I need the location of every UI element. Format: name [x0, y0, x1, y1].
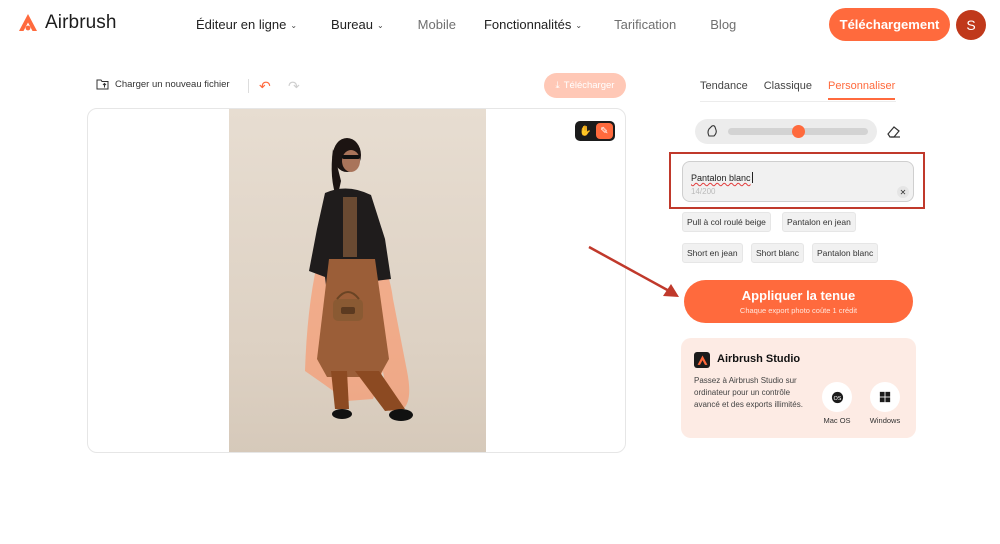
outfit-prompt-input[interactable]: Pantalon blanc 14/200 ✕ [682, 161, 914, 202]
macos-label: Mac OS [823, 416, 851, 425]
nav-editor[interactable]: Éditeur en ligne ⌄ [196, 17, 297, 32]
toolbar-divider [248, 79, 249, 93]
download-app-button[interactable]: Téléchargement [829, 8, 950, 41]
download-image-button[interactable]: ⤓ Télécharger [544, 73, 626, 98]
apply-title: Appliquer la tenue [741, 288, 856, 303]
nav-desktop[interactable]: Bureau ⌄ [331, 17, 384, 32]
nav-pricing[interactable]: Tarification [614, 17, 676, 32]
windows-icon [879, 391, 891, 403]
tab-trend[interactable]: Tendance [700, 80, 748, 100]
prompt-value: Pantalon blanc [691, 172, 753, 183]
macos-download-button[interactable]: OS [822, 382, 852, 412]
hand-icon[interactable]: ✋ [577, 123, 594, 139]
brush-size-control [695, 119, 877, 144]
top-header: Airbrush Éditeur en ligne ⌄ Bureau ⌄ Mob… [0, 0, 1000, 50]
apple-icon: OS [831, 391, 843, 403]
folder-upload-icon [96, 79, 109, 90]
undo-icon[interactable]: ↶ [259, 78, 275, 94]
windows-label: Windows [869, 416, 901, 425]
chevron-down-icon: ⌄ [575, 20, 583, 30]
slider-knob[interactable] [792, 125, 805, 138]
main-nav: Éditeur en ligne ⌄ Bureau ⌄ Mobile Fonct… [196, 17, 736, 32]
uploaded-photo [229, 109, 486, 452]
nav-features[interactable]: Fonctionnalités ⌄ [484, 17, 582, 32]
person-illustration [305, 138, 413, 421]
apply-outfit-button[interactable]: Appliquer la tenue Chaque export photo c… [684, 280, 913, 323]
text-caret [751, 172, 753, 183]
clear-icon[interactable]: ✕ [897, 186, 909, 198]
suggestion-chip[interactable]: Pantalon en jean [782, 212, 856, 232]
airbrush-logo-icon [19, 14, 37, 31]
suggestion-chip[interactable]: Pantalon blanc [812, 243, 879, 263]
style-tabs: Tendance Classique Personnaliser [700, 80, 896, 100]
annotation-arrow [588, 245, 679, 297]
editor-toolbar: Charger un nouveau fichier ↶ ↷ ⤓ Télécha… [96, 73, 626, 98]
studio-title: Airbrush Studio [717, 353, 801, 365]
tab-customize[interactable]: Personnaliser [828, 80, 896, 100]
suggestion-chip[interactable]: Short en jean [682, 243, 743, 263]
nav-features-label: Fonctionnalités [483, 17, 572, 32]
tab-classic[interactable]: Classique [764, 80, 812, 100]
chevron-down-icon: ⌄ [290, 20, 298, 30]
brush-size-slider[interactable] [728, 125, 868, 138]
windows-download-button[interactable] [870, 382, 900, 412]
suggestion-chip[interactable]: Short blanc [751, 243, 804, 263]
download-icon: ⤓ [555, 80, 560, 91]
download-label: Télécharger [563, 80, 615, 91]
redo-icon[interactable]: ↷ [288, 78, 304, 94]
eraser-icon[interactable] [886, 123, 902, 139]
upload-label: Charger un nouveau fichier [115, 78, 230, 90]
brand-logo[interactable]: Airbrush [18, 12, 117, 34]
studio-logo-icon [694, 352, 710, 368]
suggestion-chip[interactable]: Pull à col roulé beige [682, 212, 771, 232]
editor-canvas[interactable]: ✋ ✎ [87, 108, 626, 453]
nav-mobile[interactable]: Mobile [418, 17, 456, 32]
canvas-tool-switch: ✋ ✎ [575, 121, 615, 141]
nav-blog-label: Blog [710, 17, 737, 32]
upload-new-file-button[interactable]: Charger un nouveau fichier [96, 78, 230, 90]
tabs-divider [700, 101, 896, 102]
svg-text:OS: OS [833, 395, 841, 401]
chevron-down-icon: ⌄ [376, 20, 384, 30]
nav-desktop-label: Bureau [331, 17, 373, 32]
nav-mobile-label: Mobile [417, 17, 456, 32]
nav-blog[interactable]: Blog [710, 17, 736, 32]
user-avatar[interactable]: S [956, 10, 986, 40]
brush-icon[interactable]: ✎ [595, 123, 613, 139]
brand-name: Airbrush [45, 12, 117, 33]
char-count: 14/200 [691, 187, 716, 196]
nav-pricing-label: Tarification [614, 17, 677, 32]
studio-promo-card: Airbrush Studio Passez à Airbrush Studio… [681, 338, 916, 438]
studio-description: Passez à Airbrush Studio sur ordinateur … [694, 376, 803, 409]
nav-editor-label: Éditeur en ligne [196, 17, 287, 32]
brush-size-icon [705, 124, 719, 138]
apply-subtitle: Chaque export photo coûte 1 crédit [739, 306, 858, 315]
